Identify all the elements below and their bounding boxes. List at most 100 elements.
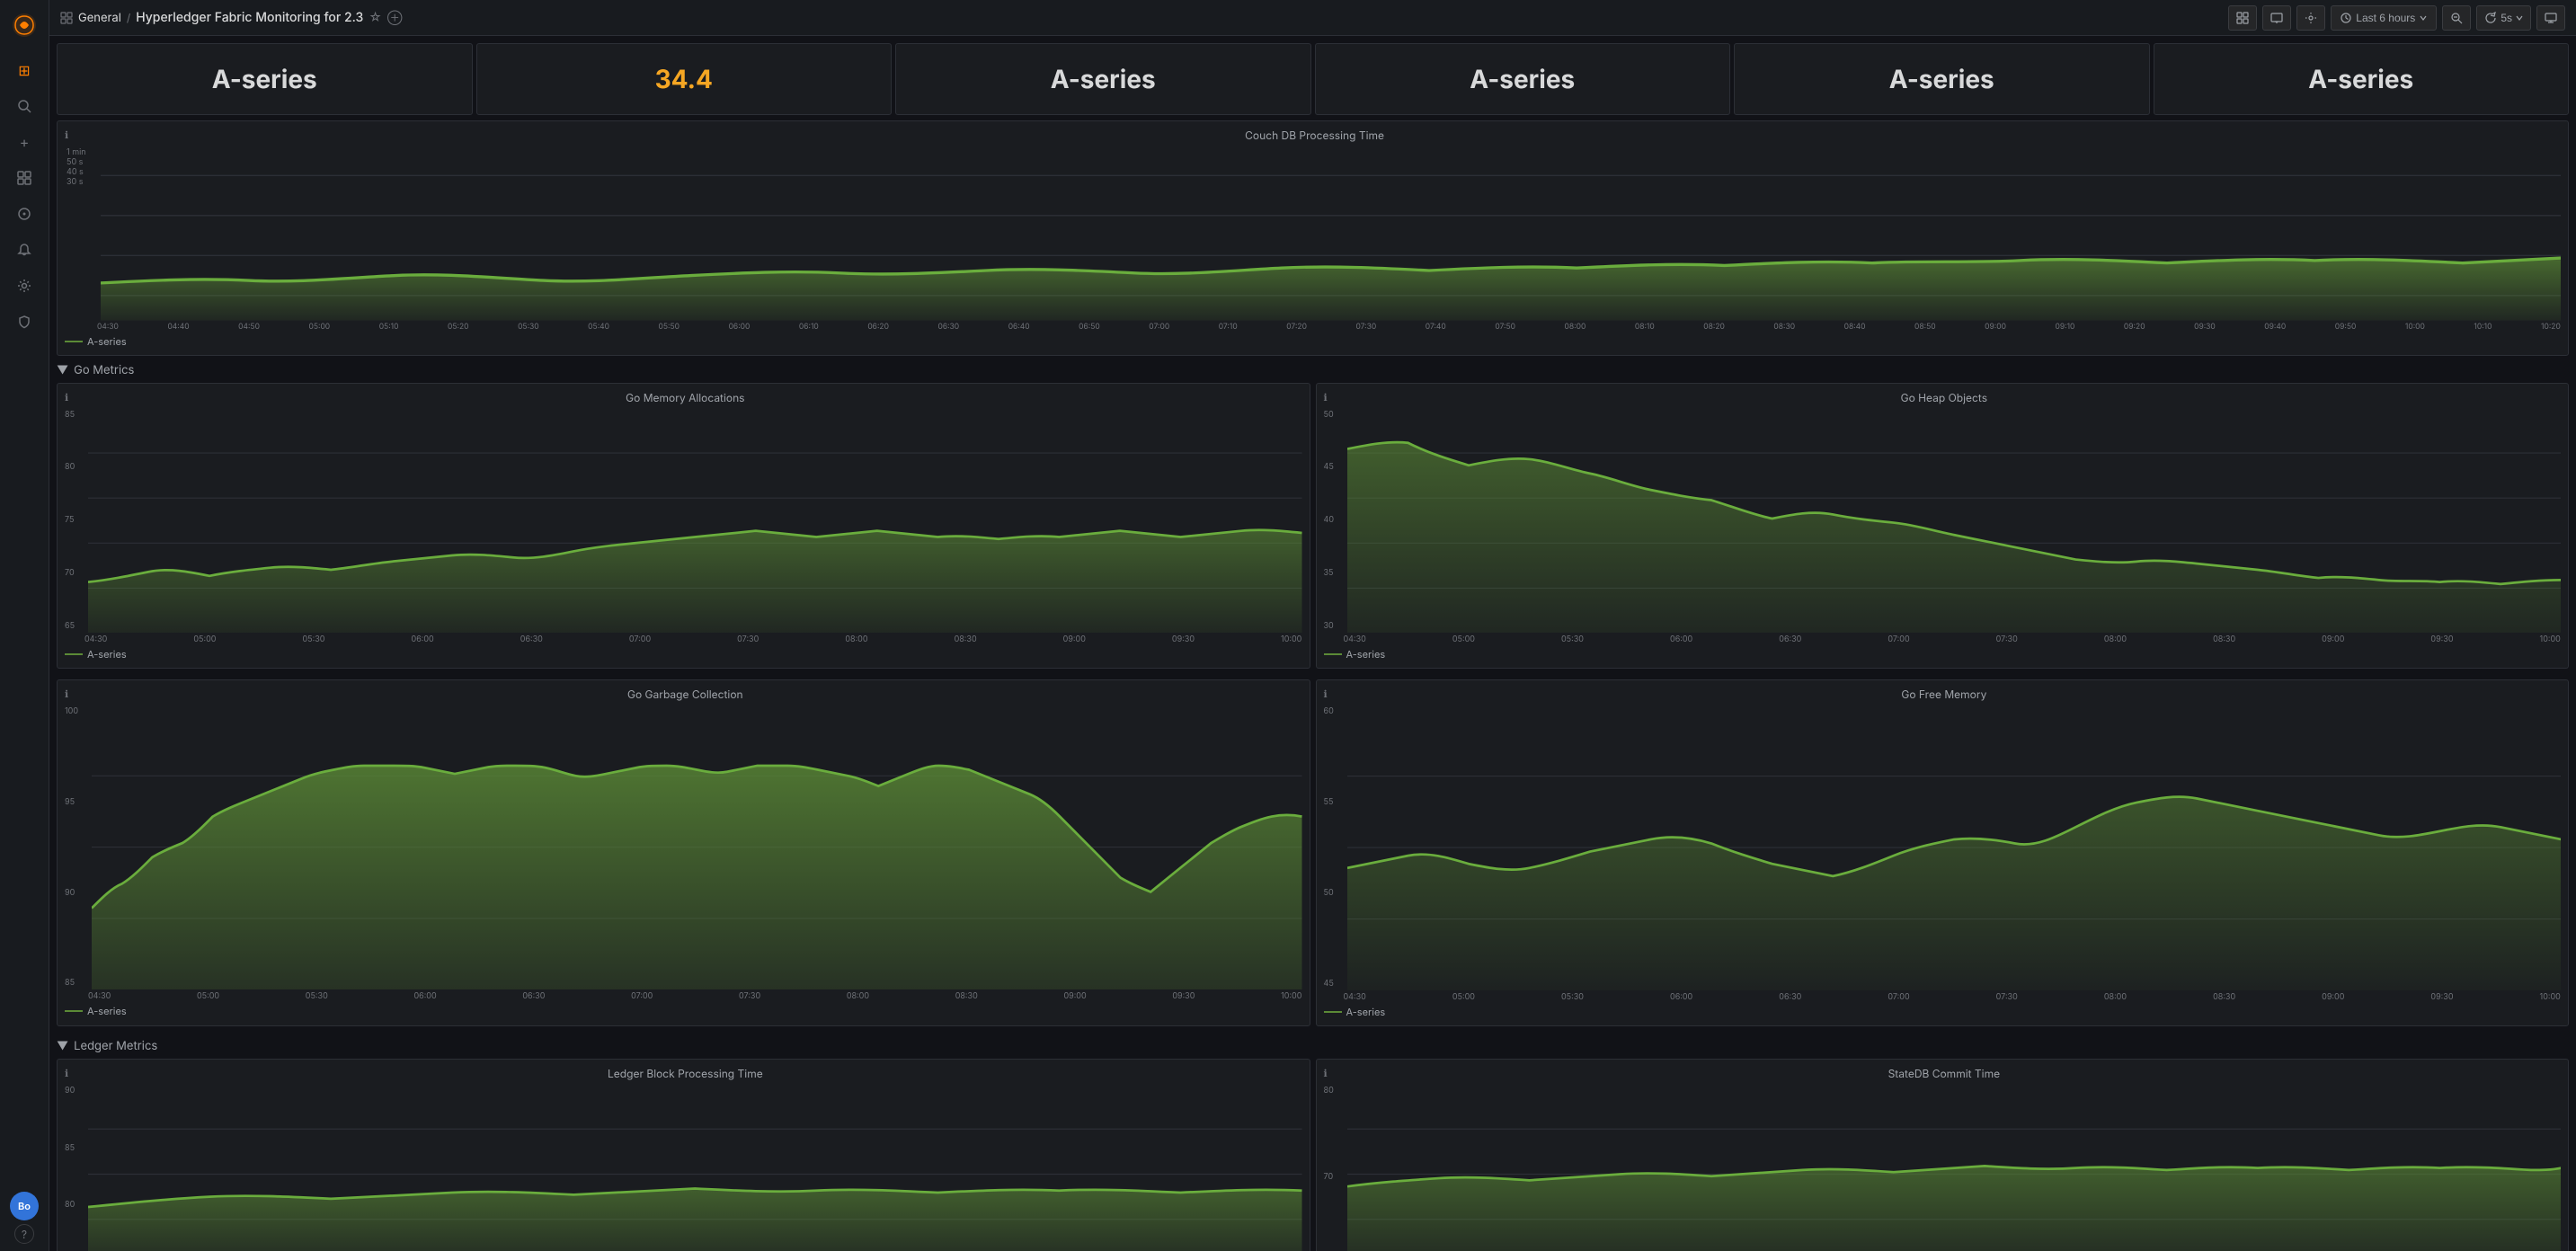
statedb-commit-title: StateDB Commit Time	[1324, 1067, 2562, 1080]
statedb-commit-chart-area: 807060	[1324, 1084, 2562, 1251]
couchdb-y-axis: 1 min50 s40 s30 s	[65, 146, 97, 189]
go-charts-row-1: ℹ Go Memory Allocations 8580757065	[57, 383, 2569, 675]
go-gc-title: Go Garbage Collection	[65, 688, 1302, 701]
go-free-chart-area: 60555045	[1324, 705, 2562, 990]
go-heap-svg	[1347, 408, 2562, 634]
page-title: Hyperledger Fabric Monitoring for 2.3	[136, 10, 363, 25]
ledger-metrics-section-header[interactable]: ▼ Ledger Metrics	[57, 1039, 2569, 1053]
zoom-out-button[interactable]	[2442, 5, 2471, 31]
sidebar: ⊞ +	[0, 0, 49, 1251]
add-panel-button[interactable]	[2228, 5, 2257, 31]
go-memory-chart-area: 8580757065	[65, 408, 1302, 634]
ledger-block-chart-panel: ℹ Ledger Block Processing Time 90858075	[57, 1059, 1310, 1251]
info-icon[interactable]: ℹ	[65, 129, 68, 141]
go-memory-svg	[88, 408, 1302, 634]
stat-panel-6: A-series	[2154, 43, 2570, 115]
stat-panel-4: A-series	[1315, 43, 1731, 115]
statedb-commit-chart-panel: ℹ StateDB Commit Time 807060	[1316, 1059, 2570, 1251]
tv-mode-button[interactable]	[2262, 5, 2291, 31]
plus-icon[interactable]: +	[6, 126, 42, 158]
go-heap-legend: A-series	[1324, 648, 2562, 661]
dashboard-icon[interactable]	[6, 162, 42, 194]
help-icon[interactable]: ?	[14, 1224, 34, 1244]
go-memory-y-axis: 8580757065	[65, 408, 84, 634]
ledger-charts-row: ℹ Ledger Block Processing Time 90858075	[57, 1059, 2569, 1251]
go-gc-chart-panel: ℹ Go Garbage Collection 100959085	[57, 679, 1310, 1026]
refresh-button[interactable]: 5s	[2476, 5, 2531, 31]
info-icon-free[interactable]: ℹ	[1324, 688, 1328, 700]
couchdb-chart-container: 1 min50 s40 s30 s	[65, 146, 2561, 332]
breadcrumb: General / Hyperledger Fabric Monitoring …	[60, 10, 2221, 25]
ledger-metrics-label: Ledger Metrics	[74, 1039, 157, 1053]
main-content: General / Hyperledger Fabric Monitoring …	[49, 0, 2576, 1251]
couchdb-chart-title: Couch DB Processing Time	[65, 129, 2561, 142]
ledger-collapse-icon: ▼	[57, 1039, 68, 1053]
go-free-legend: A-series	[1324, 1006, 2562, 1018]
bell-icon[interactable]	[6, 234, 42, 266]
breadcrumb-home[interactable]: General	[78, 11, 121, 25]
info-icon-memory[interactable]: ℹ	[65, 391, 68, 404]
shield-icon[interactable]	[6, 306, 42, 338]
info-icon-statedb[interactable]: ℹ	[1324, 1067, 1328, 1079]
time-range-button[interactable]: Last 6 hours	[2331, 5, 2437, 31]
ledger-block-svg	[88, 1084, 1302, 1251]
stat-panel-5: A-series	[1734, 43, 2150, 115]
collapse-icon: ▼	[57, 363, 68, 377]
info-icon-heap[interactable]: ℹ	[1324, 391, 1328, 404]
stat-panel-2: 34.4	[476, 43, 893, 115]
go-heap-chart-panel: ℹ Go Heap Objects 5045403530	[1316, 383, 2570, 670]
topbar-actions: Last 6 hours 5s	[2228, 5, 2565, 31]
stat-value-3: A-series	[1051, 64, 1156, 94]
monitor-button[interactable]	[2536, 5, 2565, 31]
app-logo[interactable]	[6, 7, 42, 43]
go-metrics-label: Go Metrics	[74, 363, 134, 377]
statedb-commit-y-axis: 807060	[1324, 1084, 1344, 1251]
couchdb-chart-panel: ℹ Couch DB Processing Time 1 min50 s40 s…	[57, 120, 2569, 356]
search-icon[interactable]	[6, 90, 42, 122]
breadcrumb-separator: /	[127, 11, 130, 24]
go-gc-x-axis: 04:3005:0005:3006:0006:3007:0007:3008:00…	[65, 991, 1302, 1001]
star-icon[interactable]: ☆	[369, 10, 382, 25]
go-free-chart-panel: ℹ Go Free Memory 60555045	[1316, 679, 2570, 1026]
stat-panels-row: A-series 34.4 A-series A-series A-series…	[57, 43, 2569, 115]
stat-value-5: A-series	[1889, 64, 1994, 94]
go-gc-chart-area: 100959085	[65, 705, 1302, 989]
go-heap-title: Go Heap Objects	[1324, 391, 2562, 404]
statedb-commit-svg	[1347, 1084, 2562, 1251]
stat-value-4: A-series	[1470, 64, 1575, 94]
go-heap-y-axis: 5045403530	[1324, 408, 1344, 634]
go-gc-y-axis: 100959085	[65, 705, 88, 989]
info-icon-gc[interactable]: ℹ	[65, 688, 68, 700]
stat-panel-1: A-series	[57, 43, 473, 115]
couchdb-legend: A-series	[65, 335, 2561, 348]
settings-button[interactable]	[2296, 5, 2325, 31]
dashboard-content: A-series 34.4 A-series A-series A-series…	[49, 36, 2576, 1251]
go-gc-svg	[92, 705, 1302, 989]
ledger-block-title: Ledger Block Processing Time	[65, 1067, 1302, 1080]
user-avatar[interactable]: Bo	[10, 1192, 39, 1220]
stat-value-6: A-series	[2308, 64, 2413, 94]
go-free-title: Go Free Memory	[1324, 688, 2562, 701]
go-free-x-axis: 04:3005:0005:3006:0006:3007:0007:3008:00…	[1324, 992, 2562, 1002]
go-memory-legend: A-series	[65, 648, 1302, 661]
go-charts-row-2: ℹ Go Garbage Collection 100959085	[57, 679, 2569, 1032]
ledger-block-y-axis: 90858075	[65, 1084, 84, 1251]
go-metrics-section-header[interactable]: ▼ Go Metrics	[57, 363, 2569, 377]
gear-icon[interactable]	[6, 270, 42, 302]
grid-icon[interactable]: ⊞	[6, 54, 42, 86]
stat-value-2: 34.4	[655, 64, 713, 94]
couchdb-x-axis: 04:3004:4004:5005:0005:1005:2005:3005:40…	[65, 323, 2561, 332]
ledger-block-chart-area: 90858075	[65, 1084, 1302, 1251]
go-memory-chart-panel: ℹ Go Memory Allocations 8580757065	[57, 383, 1310, 670]
compass-icon[interactable]	[6, 198, 42, 230]
info-icon-ledger[interactable]: ℹ	[65, 1067, 68, 1079]
go-gc-legend: A-series	[65, 1005, 1302, 1017]
go-free-svg	[1347, 705, 2562, 990]
go-memory-x-axis: 04:3005:0005:3006:0006:3007:0007:3008:00…	[65, 634, 1302, 644]
couchdb-svg	[101, 146, 2561, 321]
stat-panel-3: A-series	[895, 43, 1311, 115]
share-icon[interactable]: ⊕	[387, 11, 403, 24]
topbar: General / Hyperledger Fabric Monitoring …	[49, 0, 2576, 36]
go-heap-chart-area: 5045403530	[1324, 408, 2562, 634]
go-free-y-axis: 60555045	[1324, 705, 1344, 990]
